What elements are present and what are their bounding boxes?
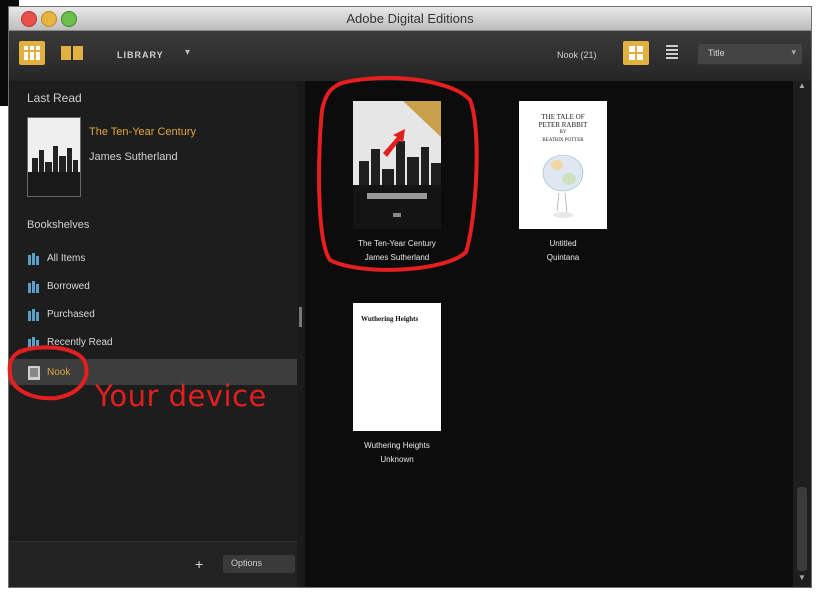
last-read-author: James Sutherland (89, 151, 178, 163)
cover-text: Wuthering Heights (361, 315, 419, 323)
city-skyline-cover-art (353, 101, 441, 229)
shelf-item-label: Purchased (47, 309, 95, 320)
book-author: Quintana (546, 253, 580, 262)
sidebar-footer: + Options (9, 541, 297, 587)
library-grid: The Ten-Year Century James Sutherland TH… (305, 81, 793, 587)
shelf-item-purchased[interactable]: Purchased (23, 301, 297, 327)
scroll-down-icon[interactable]: ▼ (793, 573, 811, 587)
shelf-icon (28, 337, 39, 349)
app-window: Adobe Digital Editions LIBRARY ▾ Nook (2… (8, 6, 812, 588)
open-book-icon (61, 46, 83, 60)
title-bar: Adobe Digital Editions (9, 7, 811, 31)
bookshelves-heading: Bookshelves (27, 219, 90, 231)
ereader-device-icon (28, 366, 40, 380)
list-view-button[interactable] (665, 43, 679, 63)
reading-view-button[interactable] (59, 41, 85, 65)
toolbar: LIBRARY ▾ Nook (21) Title ▾ (9, 31, 811, 81)
grid-view-button[interactable] (623, 41, 649, 65)
bookshelf-icon (23, 46, 41, 60)
sort-select[interactable]: Title ▾ (697, 43, 803, 65)
shelf-item-label: All Items (47, 253, 86, 264)
shelf-item-all-items[interactable]: All Items (23, 245, 297, 271)
city-skyline-cover-art (28, 118, 80, 196)
book-cover[interactable]: Wuthering Heights (353, 303, 441, 431)
shelf-icon (28, 281, 39, 293)
window-title: Adobe Digital Editions (346, 11, 474, 26)
book-cover[interactable]: THE TALE OF PETER RABBIT BY BEATRIX POTT… (519, 101, 607, 229)
sidebar-splitter[interactable] (297, 81, 305, 587)
sidebar: Last Read The Ten-Year Century James Sut… (9, 81, 297, 587)
chevron-down-icon: ▾ (791, 47, 796, 57)
options-button-label: Options (231, 558, 263, 568)
add-shelf-button[interactable]: + (195, 556, 203, 572)
book-title: Untitled (549, 239, 577, 248)
shelf-item-label: Nook (47, 367, 71, 378)
book-author: Unknown (380, 455, 414, 464)
list-icon (666, 45, 678, 59)
last-read-heading: Last Read (27, 91, 82, 105)
annotation-label: Your device (95, 379, 267, 413)
book-cover[interactable] (353, 101, 441, 229)
vertical-scrollbar[interactable]: ▲ ▼ (793, 81, 811, 587)
grid-icon (629, 46, 643, 60)
sort-select-value: Title (708, 48, 725, 58)
last-read-cover[interactable] (27, 117, 81, 197)
book-author: James Sutherland (364, 253, 430, 262)
shelf-item-recently-read[interactable]: Recently Read (23, 329, 297, 355)
shelf-item-label: Recently Read (47, 337, 113, 348)
library-label[interactable]: LIBRARY (117, 50, 164, 60)
scrollbar-thumb[interactable] (797, 487, 807, 571)
shelf-item-borrowed[interactable]: Borrowed (23, 273, 297, 299)
chevron-down-icon[interactable]: ▾ (185, 47, 190, 58)
shelf-item-label: Borrowed (47, 281, 90, 292)
last-read-title[interactable]: The Ten-Year Century (89, 126, 196, 138)
options-button[interactable]: Options (223, 555, 295, 573)
device-count-label: Nook (21) (557, 50, 597, 60)
shelf-icon (28, 309, 39, 321)
splitter-grip-icon[interactable] (299, 307, 302, 327)
shelf-icon (28, 253, 39, 265)
rabbit-illustration (542, 154, 584, 218)
scroll-up-icon[interactable]: ▲ (793, 81, 811, 95)
sidebar-panel: Last Read The Ten-Year Century James Sut… (9, 81, 297, 536)
book-title: Wuthering Heights (364, 441, 430, 450)
book-title: The Ten-Year Century (358, 239, 436, 248)
library-view-button[interactable] (19, 41, 45, 65)
